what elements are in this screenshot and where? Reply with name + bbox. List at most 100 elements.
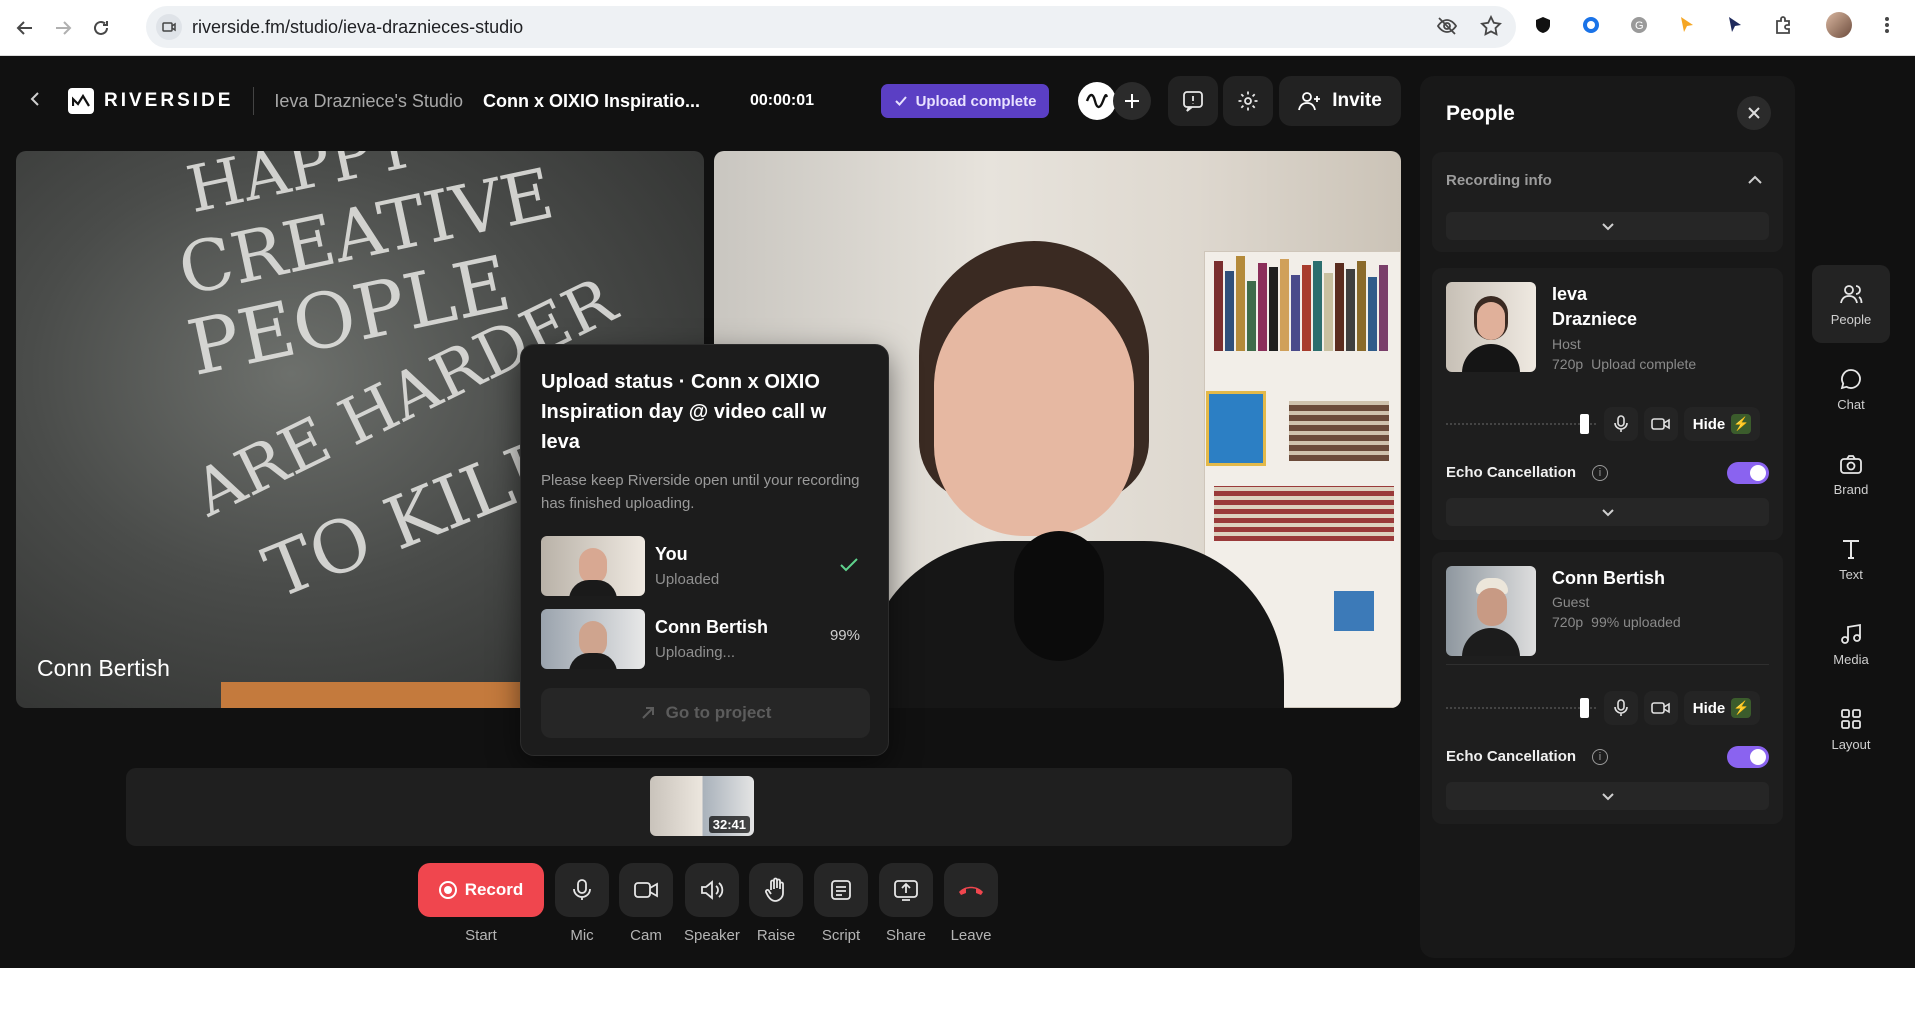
speaker-button[interactable] bbox=[684, 863, 739, 917]
echo-cancellation-toggle[interactable] bbox=[1727, 462, 1769, 484]
rail-people[interactable]: People bbox=[1812, 265, 1890, 343]
raise-control: Raise bbox=[749, 863, 803, 944]
settings-gear-icon[interactable] bbox=[1223, 76, 1273, 126]
upload-status-badge[interactable]: Upload complete bbox=[881, 84, 1049, 118]
upload-row-name: Conn Bertish bbox=[655, 617, 769, 637]
riverside-studio: RIVERSIDE Ieva Drazniece's Studio Conn x… bbox=[0, 56, 1915, 968]
layout-icon bbox=[1841, 708, 1861, 729]
volume-slider[interactable] bbox=[1446, 707, 1596, 710]
cam-button[interactable] bbox=[619, 863, 673, 917]
participant-expand[interactable] bbox=[1446, 498, 1769, 526]
hide-participant-button[interactable]: Hide ⚡ bbox=[1684, 691, 1760, 725]
site-info-icon[interactable] bbox=[156, 14, 182, 40]
rail-media[interactable]: Media bbox=[1812, 605, 1890, 683]
start-label: Start bbox=[465, 927, 497, 944]
share-button[interactable] bbox=[879, 863, 933, 917]
browser-menu-icon[interactable] bbox=[1874, 12, 1900, 38]
recording-info-expand[interactable] bbox=[1446, 212, 1769, 240]
participant-role: Guest bbox=[1552, 594, 1590, 610]
info-icon[interactable]: i bbox=[1592, 464, 1609, 481]
rail-label: People bbox=[1830, 311, 1872, 327]
arrow-up-right-icon bbox=[641, 707, 654, 719]
hide-label: Hide bbox=[1692, 415, 1726, 433]
recording-thumbnail[interactable]: 32:41 bbox=[650, 776, 754, 836]
upload-status-popover: Upload status · Conn x OIXIO Inspiration… bbox=[520, 344, 889, 756]
participant-name: Conn Bertish bbox=[1552, 568, 1666, 588]
rail-chat[interactable]: Chat bbox=[1812, 350, 1890, 428]
upload-row-you: You Uploaded bbox=[541, 536, 870, 596]
riverside-logo-icon bbox=[68, 88, 94, 114]
url-text: riverside.fm/studio/ieva-draznieces-stud… bbox=[192, 16, 524, 37]
upload-row-status: Uploading... bbox=[655, 644, 736, 661]
speaker-control: Speaker bbox=[684, 863, 740, 944]
volume-slider-handle[interactable] bbox=[1580, 698, 1589, 718]
record-button[interactable]: Record bbox=[418, 863, 544, 917]
volume-slider-handle[interactable] bbox=[1580, 414, 1589, 434]
media-icon bbox=[1841, 623, 1861, 644]
leave-button[interactable] bbox=[944, 863, 998, 917]
add-person-icon bbox=[1298, 92, 1321, 111]
hide-participant-button[interactable]: Hide ⚡ bbox=[1684, 407, 1760, 441]
participant-mic-icon[interactable] bbox=[1604, 691, 1638, 725]
extension-cursor-dark-icon[interactable] bbox=[1722, 12, 1748, 38]
participant-camera-icon[interactable] bbox=[1644, 407, 1678, 441]
echo-cancellation-toggle[interactable] bbox=[1727, 746, 1769, 768]
go-to-project-label: Go to project bbox=[665, 703, 772, 722]
participant-expand[interactable] bbox=[1446, 782, 1769, 810]
profile-avatar[interactable] bbox=[1826, 12, 1852, 38]
record-control: Record Start bbox=[418, 863, 544, 944]
participant-role: Host bbox=[1552, 336, 1581, 352]
feedback-icon[interactable] bbox=[1168, 76, 1218, 126]
participant-mic-icon[interactable] bbox=[1604, 407, 1638, 441]
share-control: Share bbox=[879, 863, 933, 944]
rail-label: Media bbox=[1833, 651, 1869, 667]
participant-upload-status: Upload complete bbox=[1591, 356, 1697, 372]
extension-grammarly-icon[interactable]: G bbox=[1626, 12, 1652, 38]
extension-shield-icon[interactable] bbox=[1530, 12, 1556, 38]
chevron-down-icon bbox=[1601, 793, 1614, 801]
shelf-box bbox=[1334, 591, 1374, 631]
echo-cancellation-label: Echo Cancellation bbox=[1446, 748, 1577, 765]
back-chevron-icon[interactable] bbox=[28, 91, 44, 112]
participant-avatar bbox=[1446, 282, 1536, 372]
waveform-avatar-icon[interactable] bbox=[1078, 82, 1116, 120]
participant-name-last: Drazniece bbox=[1552, 309, 1638, 329]
rail-label: Brand bbox=[1833, 481, 1869, 497]
extension-cursor-orange-icon[interactable] bbox=[1674, 12, 1700, 38]
volume-slider[interactable] bbox=[1446, 423, 1596, 426]
rail-layout[interactable]: Layout bbox=[1812, 690, 1890, 768]
participant-card-ieva: Ieva Drazniece Host 720p Upload complete … bbox=[1432, 268, 1783, 540]
rail-brand[interactable]: Brand bbox=[1812, 435, 1890, 513]
speaker-label: Speaker bbox=[684, 927, 740, 944]
recording-info-label: Recording info bbox=[1446, 172, 1552, 189]
go-to-project-button[interactable]: Go to project bbox=[541, 688, 870, 738]
script-button[interactable] bbox=[814, 863, 868, 917]
participant-resolution: 720p 99% uploaded bbox=[1552, 614, 1681, 630]
participant-camera-icon[interactable] bbox=[1644, 691, 1678, 725]
reload-icon[interactable] bbox=[86, 13, 116, 43]
back-arrow-icon[interactable] bbox=[10, 13, 40, 43]
bookmark-star-icon[interactable] bbox=[1480, 14, 1502, 42]
check-icon bbox=[838, 554, 860, 580]
eye-off-icon[interactable] bbox=[1436, 15, 1458, 42]
chevron-up-icon[interactable] bbox=[1747, 172, 1763, 193]
mic-button[interactable] bbox=[555, 863, 609, 917]
extension-blue-icon[interactable] bbox=[1578, 12, 1604, 38]
info-icon[interactable]: i bbox=[1592, 748, 1609, 765]
rail-text[interactable]: Text bbox=[1812, 520, 1890, 598]
forward-arrow-icon[interactable] bbox=[48, 13, 78, 43]
mic-label: Mic bbox=[570, 927, 594, 944]
extensions-puzzle-icon[interactable] bbox=[1770, 12, 1796, 38]
add-plus-icon[interactable] bbox=[1113, 82, 1151, 120]
brand-icon bbox=[1840, 454, 1862, 474]
upload-percent: 99% bbox=[829, 627, 860, 644]
raise-hand-button[interactable] bbox=[749, 863, 803, 917]
share-label: Share bbox=[885, 927, 927, 944]
project-name[interactable]: Conn x OIXIO Inspiratio... bbox=[483, 91, 700, 112]
close-icon[interactable] bbox=[1737, 96, 1771, 130]
invite-button[interactable]: Invite bbox=[1279, 76, 1401, 126]
address-bar[interactable]: riverside.fm/studio/ieva-draznieces-stud… bbox=[146, 6, 1516, 48]
script-icon bbox=[831, 880, 851, 900]
participant-name-label: Conn Bertish bbox=[37, 655, 170, 681]
echo-cancellation-row: Echo Cancellation i bbox=[1446, 748, 1609, 765]
